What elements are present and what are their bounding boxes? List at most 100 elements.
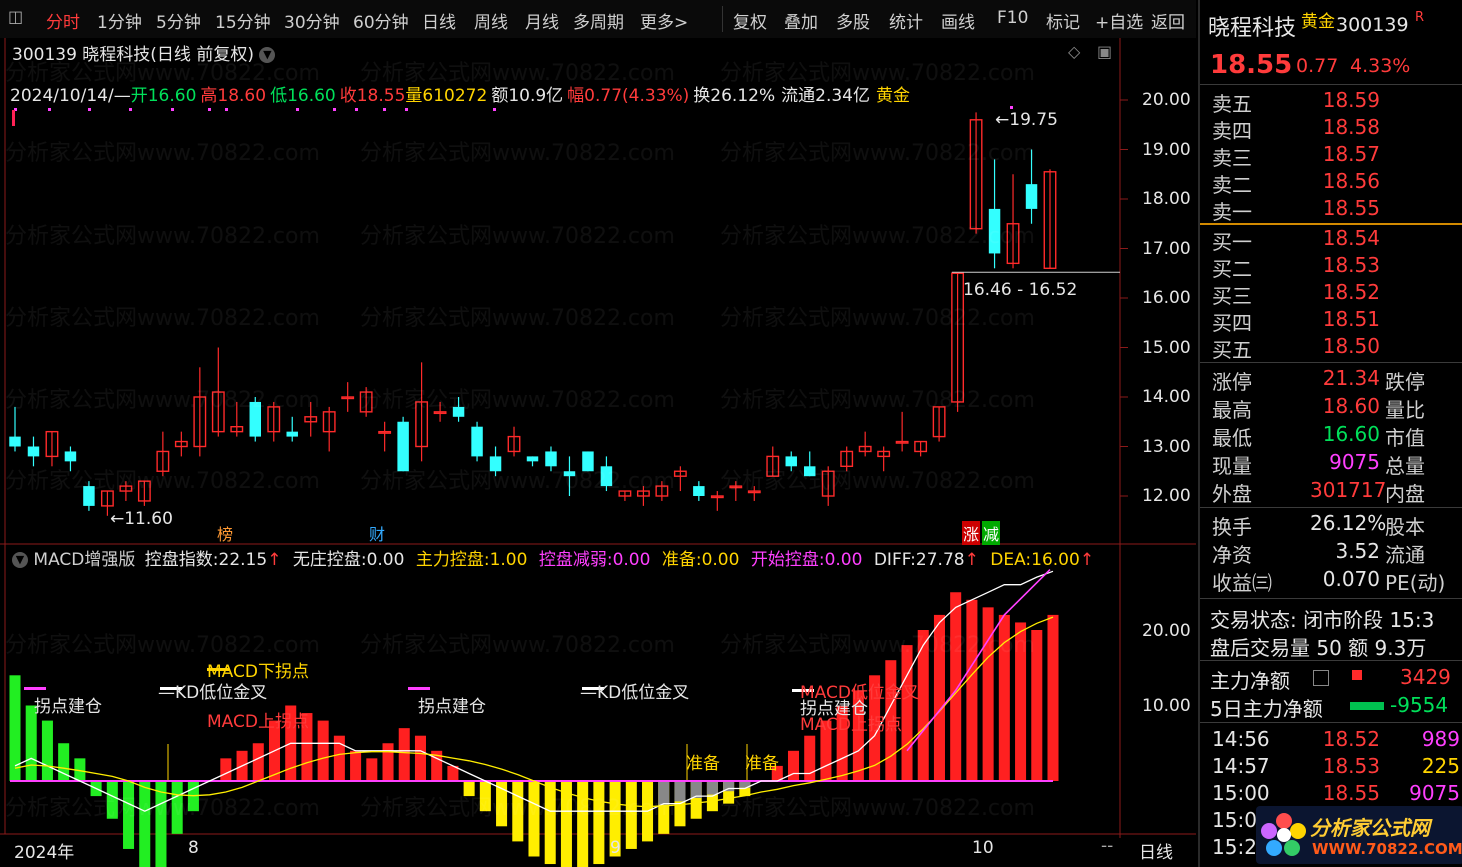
macd-bar — [414, 735, 426, 781]
tab-60min[interactable]: 60分钟 — [353, 8, 409, 33]
tab-monthly[interactable]: 月线 — [525, 8, 559, 33]
main-net-value: 3429 — [1400, 665, 1451, 689]
zhang-marker[interactable]: 涨 — [962, 521, 981, 545]
candle-body — [1025, 184, 1038, 209]
tab-multi-period[interactable]: 多周期 — [573, 8, 624, 33]
macd-bar — [139, 781, 151, 867]
macd-bar — [933, 614, 945, 781]
stats-button[interactable]: 统计 — [889, 8, 923, 33]
bid-row[interactable]: 买五 18.50 — [1200, 334, 1462, 362]
price-tick: 13.00 — [1142, 437, 1191, 457]
ask-row[interactable]: 卖二 18.56 — [1200, 169, 1462, 197]
candle-body — [64, 451, 77, 462]
window-icon[interactable]: ▣ — [1097, 42, 1112, 61]
stock-name: 晓程科技 — [1208, 16, 1297, 41]
time-axis-month: 8 — [188, 838, 199, 858]
tab-30min[interactable]: 30分钟 — [284, 8, 340, 33]
bid-row[interactable]: 买二 18.53 — [1200, 253, 1462, 281]
bid-ask-divider — [1200, 223, 1462, 225]
bang-marker[interactable]: 榜 — [217, 521, 233, 545]
chevron-down-icon[interactable]: ▼ — [259, 47, 276, 63]
macd-bar — [625, 781, 637, 849]
candle-body — [804, 466, 816, 477]
overlay-button[interactable]: 叠加 — [784, 8, 818, 33]
candle-body — [563, 471, 576, 477]
macd-bar — [317, 720, 329, 781]
fuquan-button[interactable]: 复权 — [733, 8, 767, 33]
signal-dot — [1010, 106, 1013, 109]
net-bar — [1350, 702, 1384, 710]
signal-dot — [333, 108, 336, 111]
tab-fenshi[interactable]: 分时 — [46, 8, 80, 33]
signal-dot — [405, 108, 408, 111]
tab-1min[interactable]: 1分钟 — [97, 8, 142, 33]
price-tick: 15.00 — [1142, 338, 1191, 358]
price-tick: 20.00 — [1142, 90, 1191, 110]
candle-body — [526, 456, 539, 462]
last-price: 18.55 — [1210, 50, 1293, 80]
arrow-up-icon: ↑ — [964, 550, 979, 570]
tick-row: 15:00 18.55 9075 — [1212, 781, 1460, 805]
tab-daily[interactable]: 日线 — [422, 8, 456, 33]
panel-toggle-icon[interactable]: ◫ — [8, 7, 23, 26]
macd-bar — [787, 750, 800, 781]
time-axis-year: 2024年 — [14, 843, 75, 863]
five-day-value: -9554 — [1390, 693, 1449, 717]
period-label[interactable]: 日线 — [1139, 838, 1173, 863]
back-button[interactable]: 返回 — [1151, 8, 1185, 33]
draw-line-button[interactable]: 画线 — [941, 8, 975, 33]
multi-stock-button[interactable]: 多股 — [836, 8, 870, 33]
list-icon[interactable] — [1313, 670, 1329, 686]
gap-annotation: 16.46 - 16.52 — [963, 280, 1078, 300]
tab-more[interactable]: 更多> — [640, 8, 688, 33]
quote-line: 2024/10/14/—开16.60 高18.60 低16.60 收18.55量610… — [10, 86, 910, 106]
macd-bar — [463, 781, 475, 797]
tab-weekly[interactable]: 周线 — [474, 8, 508, 33]
jian-marker[interactable]: 减 — [982, 521, 1001, 545]
indicator-header: ▼ MACD增强版 控盘指数:22.15↑ 无庄控盘:0.00 主力控盘:1.0… — [12, 545, 1094, 570]
indicator-tick: 10.00 — [1142, 696, 1191, 716]
candle-body — [785, 456, 797, 467]
fin-row: 净资 3.52 流通 — [1212, 539, 1425, 567]
signal-dot — [296, 108, 299, 111]
macd-bar — [901, 645, 913, 781]
macd-bar — [155, 781, 167, 867]
signal-dot — [171, 108, 174, 111]
candle-body — [471, 426, 483, 457]
cai-marker[interactable]: 财 — [369, 521, 385, 545]
signal-label: MACD下拐点 — [207, 662, 309, 682]
price-pct: 4.33% — [1350, 55, 1411, 77]
diamond-icon[interactable]: ◇ — [1068, 42, 1080, 61]
net-bar — [1352, 670, 1362, 680]
f10-button[interactable]: F10 — [997, 8, 1028, 28]
macd-bar — [479, 781, 491, 812]
tab-15min[interactable]: 15分钟 — [215, 8, 271, 33]
time-axis-month: 10 — [972, 838, 994, 858]
tab-5min[interactable]: 5分钟 — [156, 8, 201, 33]
mark-button[interactable]: 标记 — [1046, 8, 1080, 33]
signal-label: 拐点建仓 — [34, 697, 102, 717]
macd-bar — [528, 781, 540, 857]
add-favorite-button[interactable]: +自选 — [1095, 8, 1143, 33]
price-tick: 18.00 — [1142, 189, 1191, 209]
macd-bar — [593, 781, 605, 865]
macd-bar — [333, 735, 345, 781]
signal-label: 准备 — [686, 754, 720, 774]
ask-row[interactable]: 卖一 18.55 — [1200, 196, 1462, 224]
bid-row[interactable]: 买三 18.52 — [1200, 280, 1462, 308]
kline-chart[interactable] — [0, 38, 1196, 867]
chevron-right-icon: > — [674, 13, 689, 33]
bid-row[interactable]: 买一 18.54 — [1200, 226, 1462, 254]
chevron-down-icon[interactable]: ▼ — [12, 552, 28, 568]
zoom-out-button[interactable]: -- — [1101, 836, 1113, 856]
macd-bar — [398, 728, 410, 781]
candle-body — [452, 406, 465, 417]
ask-row[interactable]: 卖三 18.57 — [1200, 142, 1462, 170]
candle-body — [27, 446, 40, 457]
bid-row[interactable]: 买四 18.51 — [1200, 307, 1462, 335]
macd-bar — [1015, 622, 1027, 781]
ask-row[interactable]: 卖四 18.58 — [1200, 115, 1462, 143]
ask-row[interactable]: 卖五 18.59 — [1200, 88, 1462, 116]
macd-bar — [1047, 614, 1059, 781]
r-badge: R — [1415, 10, 1425, 25]
